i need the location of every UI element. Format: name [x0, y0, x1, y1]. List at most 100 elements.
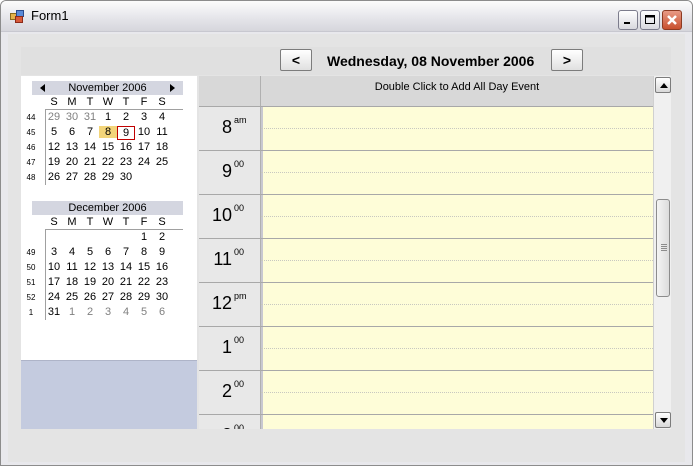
week-number: 50	[26, 263, 36, 272]
calendar-day[interactable]: 7	[81, 126, 99, 138]
calendar-day[interactable]: 15	[135, 261, 153, 273]
calendar-day[interactable]: 13	[99, 261, 117, 273]
weekday-label: T	[86, 96, 94, 108]
scroll-down-button[interactable]	[655, 412, 671, 428]
calendar-day[interactable]: 5	[81, 246, 99, 258]
calendar-day[interactable]: 3	[45, 246, 63, 258]
prev-month-arrow-icon[interactable]	[40, 84, 45, 92]
calendar-day[interactable]: 6	[99, 246, 117, 258]
calendar-day[interactable]: 14	[81, 141, 99, 153]
calendar-day[interactable]: 30	[63, 111, 81, 123]
calendar-day[interactable]: 18	[153, 141, 171, 153]
calendar-day[interactable]: 30	[153, 291, 171, 303]
calendar-day[interactable]: 3	[99, 306, 117, 318]
calendar-day[interactable]: 6	[153, 306, 171, 318]
calendar-day[interactable]: 2	[81, 306, 99, 318]
calendar-day[interactable]: 31	[81, 111, 99, 123]
next-day-button[interactable]: >	[551, 49, 583, 71]
calendar-day[interactable]: 16	[153, 261, 171, 273]
calendar-day[interactable]: 29	[135, 291, 153, 303]
calendar-day[interactable]: 17	[45, 276, 63, 288]
weekday-label: T	[122, 96, 130, 108]
calendar-day[interactable]: 23	[153, 276, 171, 288]
half-hour-line	[261, 392, 653, 393]
time-slots[interactable]	[261, 106, 653, 429]
weekday-label: M	[67, 96, 77, 108]
close-button[interactable]	[662, 10, 682, 30]
calendar-day[interactable]: 24	[135, 156, 153, 168]
calendar-day[interactable]: 19	[81, 276, 99, 288]
calendar-day[interactable]: 22	[99, 156, 117, 168]
calendar-day[interactable]: 26	[45, 171, 63, 183]
calendar-day[interactable]: 15	[99, 141, 117, 153]
next-month-arrow-icon[interactable]	[170, 84, 175, 92]
calendar-day[interactable]: 1	[63, 306, 81, 318]
calendar-day[interactable]: 16	[117, 141, 135, 153]
calendar-day[interactable]: 7	[117, 246, 135, 258]
calendar-day[interactable]: 23	[117, 156, 135, 168]
calendar-day[interactable]: 9	[153, 246, 171, 258]
calendar-day[interactable]: 21	[117, 276, 135, 288]
calendar-day[interactable]: 14	[117, 261, 135, 273]
calendar-day[interactable]: 6	[63, 126, 81, 138]
week-number: 45	[26, 128, 36, 137]
calendar-day[interactable]: 8	[99, 126, 117, 138]
calendar-day[interactable]: 27	[99, 291, 117, 303]
hour-suffix: am	[234, 115, 247, 125]
calendar-day[interactable]: 20	[63, 156, 81, 168]
calendar-day[interactable]: 31	[45, 306, 63, 318]
calendar-day[interactable]: 5	[135, 306, 153, 318]
calendar-day[interactable]: 4	[63, 246, 81, 258]
calendar-day[interactable]: 20	[99, 276, 117, 288]
calendar-day[interactable]: 2	[153, 231, 171, 243]
calendar-day[interactable]: 18	[63, 276, 81, 288]
calendar-day[interactable]: 5	[45, 126, 63, 138]
calendar-day[interactable]: 9	[117, 126, 135, 140]
left-panel: November 2006 S M T W T F S 44 29 30 31 1 2 3 4 45 5 6 7 8 9…	[21, 76, 197, 429]
calendar-day[interactable]: 1	[99, 111, 117, 123]
calendar-day[interactable]: 30	[117, 171, 135, 183]
calendar-day[interactable]: 26	[81, 291, 99, 303]
calendar-day[interactable]: 25	[63, 291, 81, 303]
calendar-day[interactable]: 13	[63, 141, 81, 153]
calendar-day[interactable]: 27	[63, 171, 81, 183]
calendar-day[interactable]: 12	[45, 141, 63, 153]
hour-line	[261, 282, 653, 283]
calendar-day[interactable]: 19	[45, 156, 63, 168]
calendar-day[interactable]: 28	[81, 171, 99, 183]
title-bar[interactable]: Form1	[1, 1, 692, 32]
all-day-event-area[interactable]: Double Click to Add All Day Event	[261, 76, 653, 106]
calendar-day[interactable]: 28	[117, 291, 135, 303]
calendar-day[interactable]: 3	[135, 111, 153, 123]
window-title: Form1	[31, 8, 69, 23]
hour-line	[261, 194, 653, 195]
calendar-day[interactable]: 24	[45, 291, 63, 303]
calendar-day[interactable]: 29	[99, 171, 117, 183]
calendar-day[interactable]: 17	[135, 141, 153, 153]
calendar-day[interactable]: 11	[153, 126, 171, 138]
arrow-down-icon	[660, 418, 668, 423]
calendar-day[interactable]: 21	[81, 156, 99, 168]
vertical-scrollbar[interactable]	[653, 76, 671, 429]
calendar-day[interactable]: 10	[45, 261, 63, 273]
calendar-day[interactable]: 1	[135, 231, 153, 243]
calendar-day[interactable]: 4	[153, 111, 171, 123]
scroll-thumb[interactable]	[656, 199, 670, 297]
calendar-day[interactable]: 4	[117, 306, 135, 318]
grip-line	[661, 250, 667, 251]
hour-value: 10	[211, 205, 232, 225]
calendar-day[interactable]: 11	[63, 261, 81, 273]
hour-label: 11 00	[199, 238, 261, 282]
calendar-day[interactable]: 10	[135, 126, 153, 138]
calendar-day[interactable]: 25	[153, 156, 171, 168]
half-hour-line	[261, 260, 653, 261]
scroll-up-button[interactable]	[655, 77, 671, 93]
calendar-day[interactable]: 29	[45, 111, 63, 123]
calendar-day[interactable]: 8	[135, 246, 153, 258]
prev-day-button[interactable]: <	[280, 49, 312, 71]
calendar-day[interactable]: 2	[117, 111, 135, 123]
maximize-button[interactable]	[640, 10, 660, 30]
calendar-day[interactable]: 22	[135, 276, 153, 288]
minimize-button[interactable]	[618, 10, 638, 30]
calendar-day[interactable]: 12	[81, 261, 99, 273]
